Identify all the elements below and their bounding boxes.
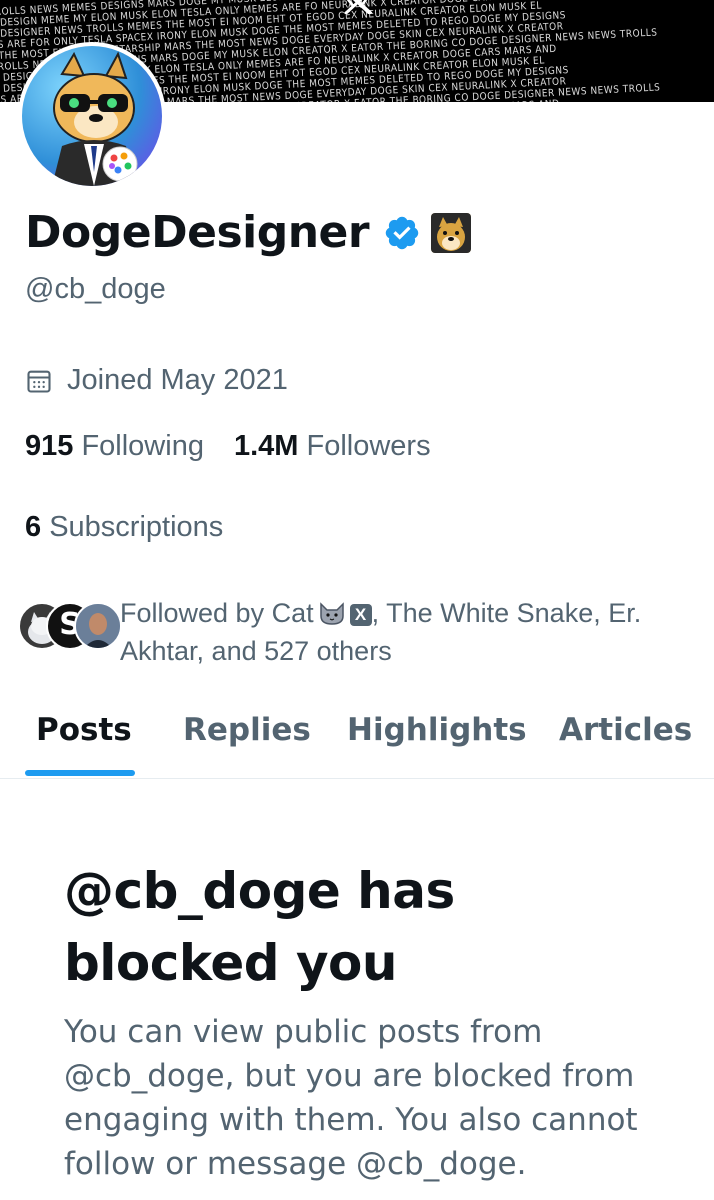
calendar-icon <box>27 370 51 393</box>
following-count: 915 <box>25 430 74 462</box>
following-link[interactable]: 915 Following <box>25 430 204 462</box>
profile-name-row: DogeDesigner <box>25 207 472 258</box>
x-badge-icon: X <box>349 604 372 626</box>
joined-date: Joined May 2021 <box>25 364 288 397</box>
doge-emoji-icon <box>431 212 472 253</box>
doge-avatar-illustration <box>52 51 138 186</box>
following-label: Following <box>81 430 204 462</box>
tab-posts[interactable]: Posts <box>36 712 132 748</box>
x-logo-icon <box>343 0 373 14</box>
profile-handle: @cb_doge <box>25 273 166 305</box>
profile-tabs: Posts Replies Highlights Articles <box>0 712 714 779</box>
display-name: DogeDesigner <box>25 207 370 258</box>
avatar <box>74 602 122 650</box>
follow-stats: 915 Following 1.4M Followers <box>25 430 431 463</box>
blocked-message: You can view public posts from @cb_doge,… <box>64 1014 638 1182</box>
followed-by-text: Followed by Cat X, The White Snake, Er. A… <box>120 594 710 670</box>
blocked-title: @cb_doge has blocked you <box>64 862 455 992</box>
avatar-image <box>22 46 162 186</box>
active-tab-indicator <box>25 770 135 776</box>
subscriptions-count: 6 <box>25 511 42 543</box>
followers-count: 1.4M <box>233 430 299 462</box>
cat-face-icon <box>319 602 344 625</box>
joined-text: Joined May 2021 <box>67 364 288 396</box>
tab-articles[interactable]: Articles <box>559 712 692 748</box>
profile-avatar[interactable] <box>18 42 166 190</box>
followed-by-prefix: Followed by Cat <box>120 598 314 628</box>
subscriptions-link[interactable]: 6 Subscriptions <box>25 511 223 544</box>
tab-replies[interactable]: Replies <box>183 712 311 748</box>
followers-link[interactable]: 1.4M Followers <box>234 430 431 462</box>
followers-label: Followers <box>306 430 431 462</box>
tab-highlights[interactable]: Highlights <box>347 712 527 748</box>
subscriptions-label: Subscriptions <box>49 511 224 543</box>
mutual-avatars: S <box>18 594 122 654</box>
verified-badge-icon[interactable] <box>383 214 421 252</box>
followed-by[interactable]: S Followed by Cat X, The White Snake, Er.… <box>18 594 710 670</box>
